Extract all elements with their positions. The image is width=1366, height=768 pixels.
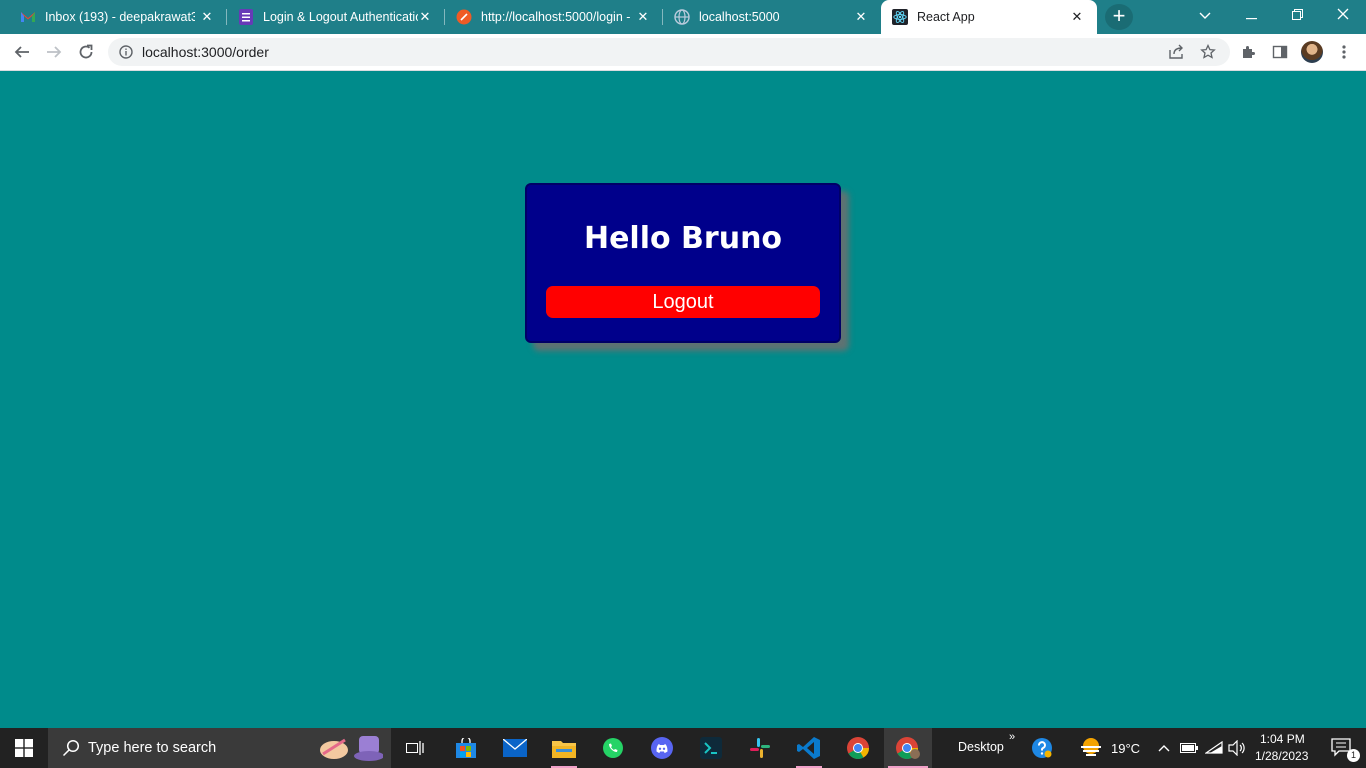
browser-toolbar: localhost:3000/order [0, 34, 1366, 71]
toolbar-overflow-icon[interactable]: » [1009, 731, 1015, 743]
battery-icon[interactable] [1178, 728, 1200, 768]
greeting-heading: Hello Bruno [583, 221, 783, 256]
menu-icon[interactable] [1330, 38, 1358, 66]
reload-icon[interactable] [72, 38, 100, 66]
side-panel-icon[interactable] [1266, 38, 1294, 66]
bookmark-star-icon[interactable] [1194, 38, 1222, 66]
minimize-icon[interactable] [1228, 0, 1274, 30]
close-tab-icon[interactable]: ✕ [635, 9, 651, 25]
new-tab-button[interactable]: + [1105, 4, 1133, 30]
forward-icon[interactable] [40, 38, 68, 66]
close-tab-icon[interactable]: ✕ [1069, 9, 1085, 25]
search-placeholder: Type here to search [88, 740, 217, 756]
notification-count-badge: 1 [1347, 749, 1360, 762]
tab-title: Login & Logout Authenticatio [263, 10, 418, 24]
volume-icon[interactable] [1226, 728, 1248, 768]
microsoft-store-icon[interactable] [442, 728, 490, 768]
react-icon [892, 9, 908, 25]
tab-title: Inbox (193) - deepakrawat37 [45, 10, 195, 24]
tab-title: React App [917, 10, 975, 24]
windows-start-icon[interactable] [0, 728, 48, 768]
chevron-up-icon[interactable] [1154, 728, 1174, 768]
tab-inbox[interactable]: Inbox (193) - deepakrawat37 ✕ [0, 0, 227, 34]
desktop-toolbar-label[interactable]: Desktop [958, 740, 1004, 754]
close-tab-icon[interactable]: ✕ [199, 9, 215, 25]
terminal-app-icon[interactable] [687, 728, 735, 768]
globe-icon [674, 9, 690, 25]
back-icon[interactable] [8, 38, 36, 66]
search-highlight-icon [317, 732, 384, 764]
wifi-icon[interactable] [1203, 728, 1225, 768]
forms-icon [238, 9, 254, 25]
task-view-icon[interactable] [392, 728, 440, 768]
clock-time[interactable]: 1:04 PM [1260, 732, 1305, 746]
tab-title: localhost:5000 [699, 10, 780, 24]
chrome-profile-icon[interactable] [884, 728, 932, 768]
vscode-icon[interactable] [785, 728, 833, 768]
address-bar[interactable]: localhost:3000/order [108, 38, 1230, 66]
share-icon[interactable] [1162, 38, 1190, 66]
gmail-icon [20, 9, 36, 25]
profile-avatar[interactable] [1301, 41, 1323, 63]
logout-button[interactable]: Logout [546, 286, 820, 318]
url-text: localhost:3000/order [142, 44, 269, 60]
weather-temperature[interactable]: 19°C [1111, 741, 1140, 756]
mail-icon[interactable] [491, 728, 539, 768]
discord-icon[interactable] [638, 728, 686, 768]
restore-icon[interactable] [1274, 0, 1320, 30]
search-icon [62, 739, 80, 757]
close-tab-icon[interactable]: ✕ [417, 9, 433, 25]
tab-react-app[interactable]: React App ✕ [881, 0, 1097, 34]
file-explorer-icon[interactable] [540, 728, 588, 768]
taskbar: Type here to search Desktop » 19°C 1:04 … [0, 728, 1366, 768]
site-info-icon[interactable] [118, 44, 134, 60]
tab-localhost-5000[interactable]: localhost:5000 ✕ [663, 0, 881, 34]
close-window-icon[interactable] [1320, 0, 1366, 30]
extensions-icon[interactable] [1234, 38, 1262, 66]
taskbar-search-box[interactable]: Type here to search [48, 728, 391, 768]
help-icon[interactable] [1018, 728, 1066, 768]
chrome-icon[interactable] [834, 728, 882, 768]
clock-date[interactable]: 1/28/2023 [1255, 749, 1308, 763]
greeting-card: Hello Bruno Logout [525, 183, 841, 343]
slack-icon[interactable] [736, 728, 784, 768]
weather-icon[interactable] [1068, 728, 1114, 768]
whatsapp-icon[interactable] [589, 728, 637, 768]
notification-center-icon[interactable]: 1 [1318, 728, 1366, 768]
postman-icon [456, 9, 472, 25]
tab-title: http://localhost:5000/login - [481, 10, 631, 24]
close-tab-icon[interactable]: ✕ [853, 9, 869, 25]
tab-login-logout[interactable]: Login & Logout Authenticatio ✕ [227, 0, 445, 34]
tab-strip: Inbox (193) - deepakrawat37 ✕ Login & Lo… [0, 0, 1366, 34]
tab-search-icon[interactable] [1182, 0, 1228, 30]
tab-localhost-login[interactable]: http://localhost:5000/login - ✕ [445, 0, 663, 34]
